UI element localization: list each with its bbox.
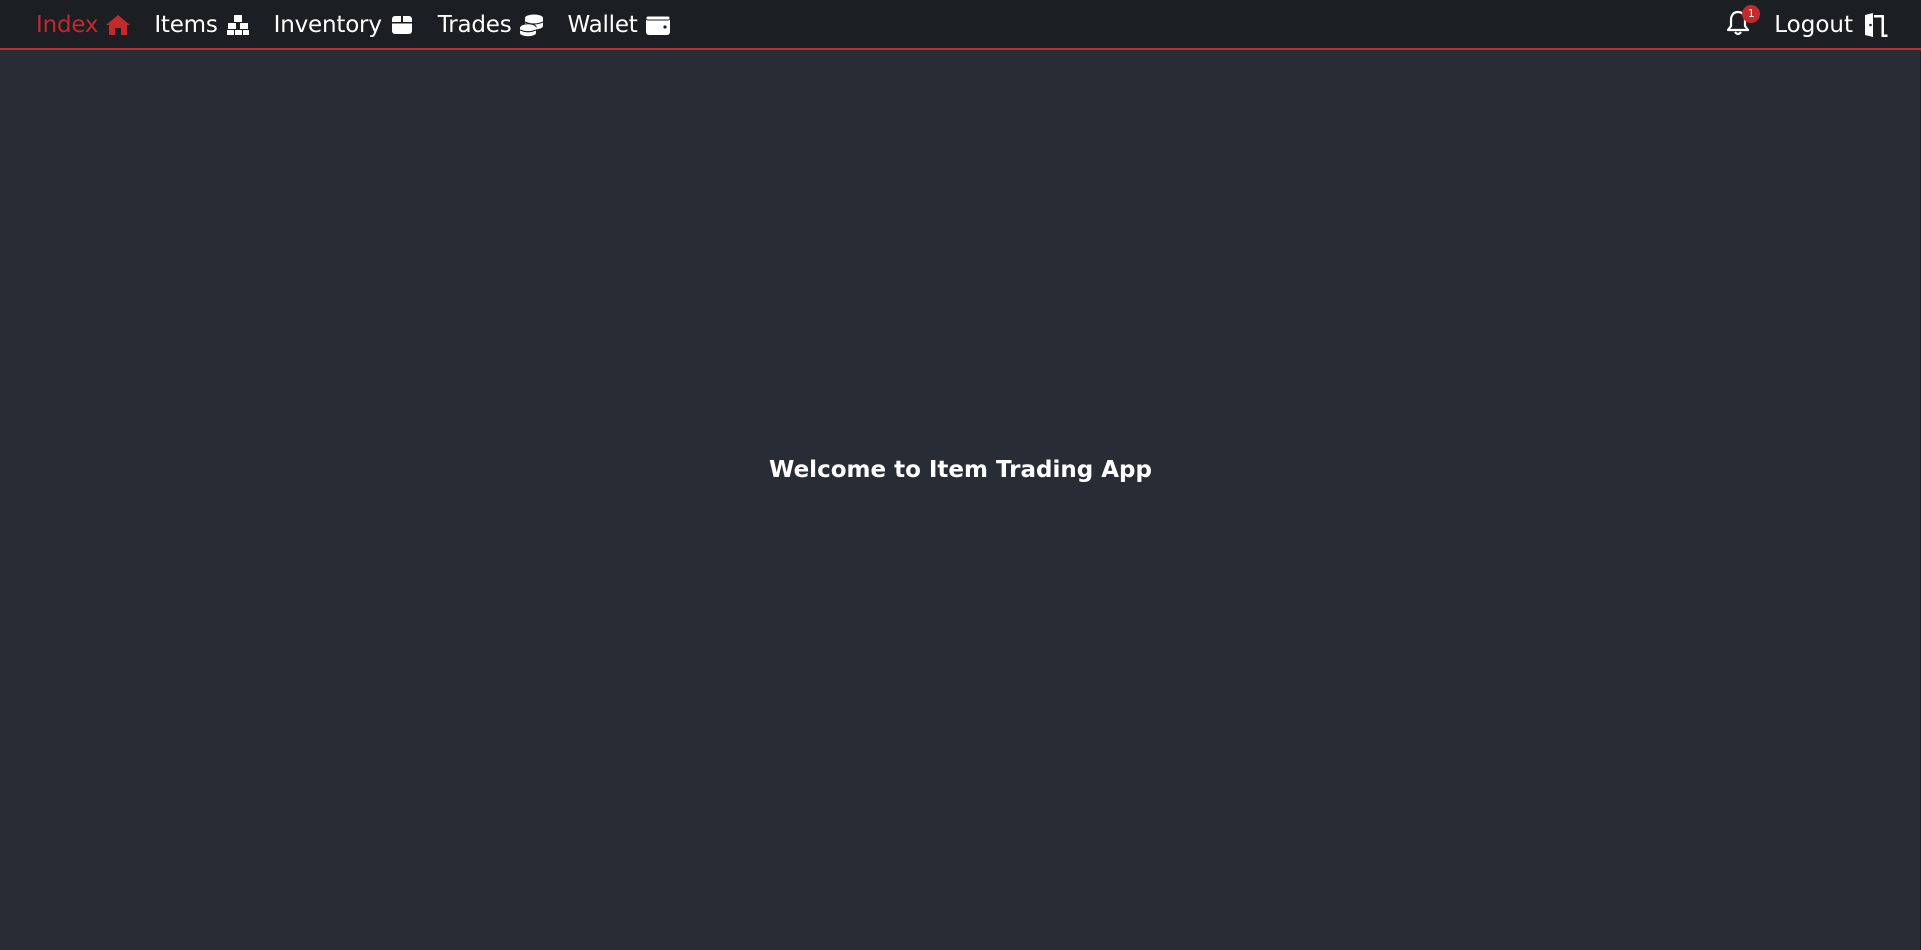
nav-right: 1 Logout — [1724, 0, 1889, 50]
nav-item-index-label: Index — [36, 12, 99, 38]
logout-label: Logout — [1774, 12, 1853, 38]
coins-icon — [519, 12, 545, 38]
logout-button[interactable]: Logout — [1774, 11, 1889, 39]
nav-item-index[interactable]: Index — [36, 12, 131, 38]
notifications-button[interactable]: 1 — [1724, 5, 1761, 39]
nav-item-items[interactable]: Items — [154, 12, 250, 38]
boxes-icon — [225, 12, 251, 38]
wallet-icon — [645, 12, 671, 38]
top-navbar: Index Items Inventory Trades Wallet 1 Lo… — [0, 0, 1921, 50]
notification-count-badge: 1 — [1742, 5, 1761, 23]
nav-links: Index Items Inventory Trades Wallet — [36, 0, 694, 50]
gift-box-icon — [389, 12, 415, 38]
welcome-heading: Welcome to Item Trading App — [769, 457, 1152, 483]
nav-item-wallet-label: Wallet — [567, 12, 638, 38]
nav-item-inventory[interactable]: Inventory — [274, 12, 415, 38]
nav-item-items-label: Items — [154, 12, 218, 38]
main-content: Welcome to Item Trading App — [0, 52, 1921, 950]
nav-item-trades-label: Trades — [437, 12, 512, 38]
nav-item-trades[interactable]: Trades — [438, 12, 545, 38]
home-icon — [105, 12, 131, 38]
nav-item-wallet[interactable]: Wallet — [568, 12, 671, 38]
door-open-icon — [1861, 11, 1889, 39]
nav-item-inventory-label: Inventory — [273, 12, 382, 38]
